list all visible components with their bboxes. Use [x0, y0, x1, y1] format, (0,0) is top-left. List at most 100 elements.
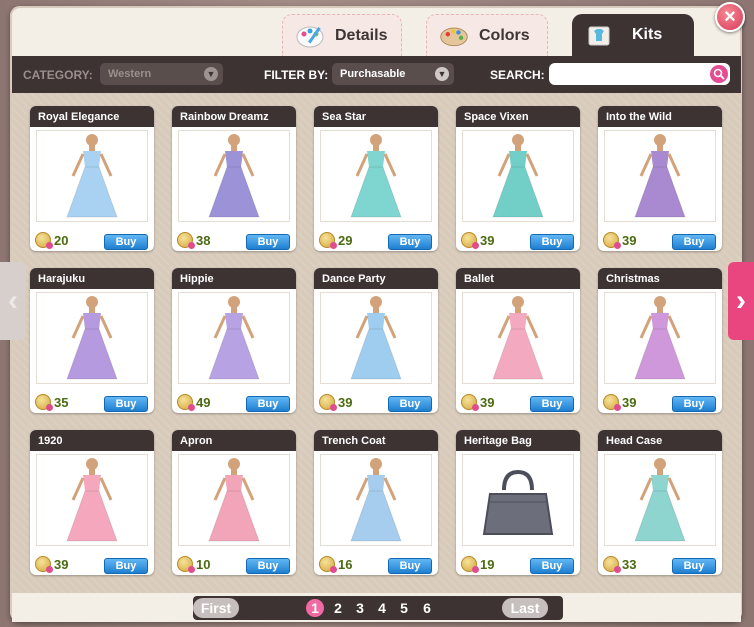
- search-label: SEARCH:: [490, 68, 545, 82]
- kit-card[interactable]: Sea Star 29 Buy: [314, 106, 438, 251]
- buy-button[interactable]: Buy: [530, 558, 574, 574]
- kit-card[interactable]: Trench Coat 16 Buy: [314, 430, 438, 575]
- buy-button[interactable]: Buy: [388, 396, 432, 412]
- page-6[interactable]: 6: [418, 599, 436, 617]
- coin-icon: [603, 232, 621, 249]
- search-input[interactable]: [555, 63, 709, 85]
- tab-details[interactable]: Details: [282, 14, 402, 56]
- outfit-figure-icon: [634, 458, 686, 542]
- buy-button[interactable]: Buy: [104, 396, 148, 412]
- coin-icon: [319, 556, 337, 573]
- kit-card[interactable]: Head Case 33 Buy: [598, 430, 722, 575]
- buy-button[interactable]: Buy: [104, 234, 148, 250]
- kit-card[interactable]: Harajuku 35 Buy: [30, 268, 154, 413]
- kit-card[interactable]: Space Vixen 39 Buy: [456, 106, 580, 251]
- buy-button[interactable]: Buy: [672, 396, 716, 412]
- coin-icon: [35, 232, 53, 249]
- buy-button[interactable]: Buy: [104, 558, 148, 574]
- coin-icon: [319, 394, 337, 411]
- outfit-figure-icon: [350, 296, 402, 380]
- outfit-figure-icon: [66, 296, 118, 380]
- palette-brush-icon: [295, 23, 325, 49]
- search-icon[interactable]: [710, 65, 728, 83]
- buy-button[interactable]: Buy: [246, 234, 290, 250]
- close-icon: ×: [724, 5, 736, 28]
- page-4[interactable]: 4: [373, 599, 391, 617]
- category-value: Western: [108, 68, 152, 80]
- search-box: [549, 63, 730, 85]
- tab-colors[interactable]: Colors: [426, 14, 548, 56]
- kit-card-title: Heritage Bag: [456, 430, 580, 451]
- kit-card-title: Trench Coat: [314, 430, 438, 451]
- coin-icon: [177, 556, 195, 573]
- kit-card[interactable]: Dance Party 39 Buy: [314, 268, 438, 413]
- page-2[interactable]: 2: [329, 599, 347, 617]
- tab-kits-label: Kits: [632, 26, 663, 43]
- kit-card[interactable]: Heritage Bag 19 Buy: [456, 430, 580, 575]
- kit-card-title: Royal Elegance: [30, 106, 154, 127]
- tab-details-label: Details: [335, 26, 388, 44]
- page-3[interactable]: 3: [351, 599, 369, 617]
- chevron-down-icon: ▼: [204, 67, 218, 81]
- tab-bar: Details Colors Kits: [270, 14, 710, 56]
- prev-arrow-button[interactable]: ‹: [0, 262, 26, 340]
- buy-button[interactable]: Buy: [246, 396, 290, 412]
- page-5[interactable]: 5: [395, 599, 413, 617]
- kit-card-price: 29: [338, 233, 353, 248]
- kit-card[interactable]: Royal Elegance 20 Buy: [30, 106, 154, 251]
- chevron-left-icon: ‹: [8, 284, 18, 317]
- kit-card-price: 49: [196, 395, 211, 410]
- kit-card[interactable]: Christmas 39 Buy: [598, 268, 722, 413]
- kit-card-image: [178, 130, 290, 222]
- tab-kits[interactable]: Kits: [572, 14, 694, 56]
- kit-card-image: [36, 292, 148, 384]
- kit-card-price: 39: [622, 395, 637, 410]
- outfit-figure-icon: [350, 134, 402, 218]
- category-select[interactable]: Western ▼: [100, 63, 223, 85]
- kit-card-price: 39: [338, 395, 353, 410]
- tab-colors-label: Colors: [479, 26, 530, 44]
- coin-icon: [461, 394, 479, 411]
- kit-card-price: 19: [480, 557, 495, 572]
- buy-button[interactable]: Buy: [246, 558, 290, 574]
- buy-button[interactable]: Buy: [388, 558, 432, 574]
- kit-card[interactable]: Apron 10 Buy: [172, 430, 296, 575]
- kit-card[interactable]: Hippie 49 Buy: [172, 268, 296, 413]
- kit-card-title: Rainbow Dreamz: [172, 106, 296, 127]
- kit-card-price: 16: [338, 557, 353, 572]
- kit-card-price: 33: [622, 557, 637, 572]
- buy-button[interactable]: Buy: [388, 234, 432, 250]
- kit-card[interactable]: 1920 39 Buy: [30, 430, 154, 575]
- kit-card[interactable]: Into the Wild 39 Buy: [598, 106, 722, 251]
- outfit-figure-icon: [634, 296, 686, 380]
- buy-button[interactable]: Buy: [672, 234, 716, 250]
- outfit-figure-icon: [66, 458, 118, 542]
- kit-card-image: [36, 454, 148, 546]
- kit-card-price: 38: [196, 233, 211, 248]
- close-button[interactable]: ×: [715, 2, 745, 32]
- filter-label: FILTER BY:: [264, 68, 329, 82]
- kit-card-image: [320, 130, 432, 222]
- next-arrow-button[interactable]: ›: [728, 262, 754, 340]
- kit-card-price: 39: [480, 395, 495, 410]
- buy-button[interactable]: Buy: [530, 234, 574, 250]
- kit-card-price: 35: [54, 395, 69, 410]
- page-1[interactable]: 1: [306, 599, 324, 617]
- kit-card-price: 39: [622, 233, 637, 248]
- buy-button[interactable]: Buy: [672, 558, 716, 574]
- filter-select[interactable]: Purchasable ▼: [332, 63, 454, 85]
- kit-card-image: [36, 130, 148, 222]
- last-page-button[interactable]: Last: [502, 598, 548, 618]
- kit-card-title: Christmas: [598, 268, 722, 289]
- buy-button[interactable]: Buy: [530, 396, 574, 412]
- first-page-button[interactable]: First: [193, 598, 239, 618]
- outfit-figure-icon: [208, 296, 260, 380]
- kit-card[interactable]: Ballet 39 Buy: [456, 268, 580, 413]
- kit-card-title: 1920: [30, 430, 154, 451]
- kit-card-title: Hippie: [172, 268, 296, 289]
- filter-value: Purchasable: [340, 68, 406, 80]
- kit-card-title: Sea Star: [314, 106, 438, 127]
- kit-card-title: Into the Wild: [598, 106, 722, 127]
- kit-card[interactable]: Rainbow Dreamz 38 Buy: [172, 106, 296, 251]
- kit-card-image: [178, 454, 290, 546]
